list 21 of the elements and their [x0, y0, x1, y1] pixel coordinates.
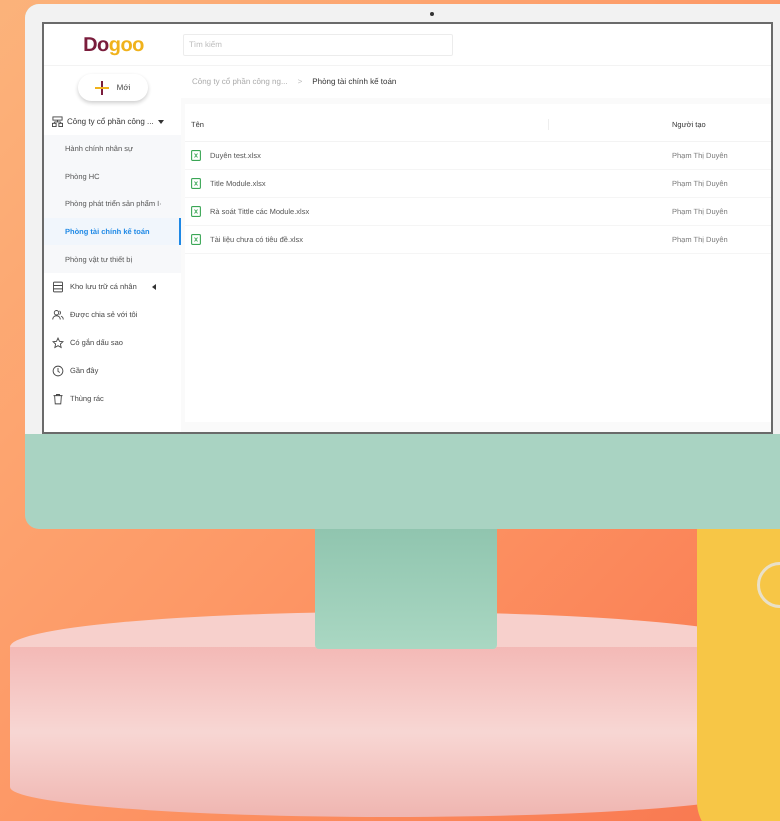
breadcrumb-separator: >: [298, 76, 302, 88]
storage-icon: [52, 280, 64, 293]
spreadsheet-file-icon: [191, 150, 201, 161]
camera-icon: [430, 12, 434, 16]
search-field[interactable]: Tìm kiếm: [183, 34, 453, 56]
caret-icon[interactable]: [158, 118, 164, 124]
new-button[interactable]: Mới: [78, 74, 148, 101]
plus-icon: [94, 80, 109, 94]
tree-label: Công ty cổ phần công ...: [67, 116, 154, 128]
tree-item[interactable]: Công ty cổ phần công ...: [44, 108, 181, 135]
spreadsheet-file-icon: [191, 206, 201, 217]
breadcrumb-item: Phòng tài chính kế toán: [312, 76, 396, 88]
logo: Dogoo: [83, 32, 144, 58]
clock-icon: [52, 364, 64, 377]
people-icon: [52, 308, 64, 321]
org-chart-icon: [52, 116, 63, 127]
trash-icon: [52, 392, 64, 405]
spreadsheet-file-icon: [191, 178, 201, 189]
caret-icon[interactable]: [150, 284, 157, 290]
star-icon: [52, 336, 64, 349]
spreadsheet-file-icon: [191, 234, 201, 245]
